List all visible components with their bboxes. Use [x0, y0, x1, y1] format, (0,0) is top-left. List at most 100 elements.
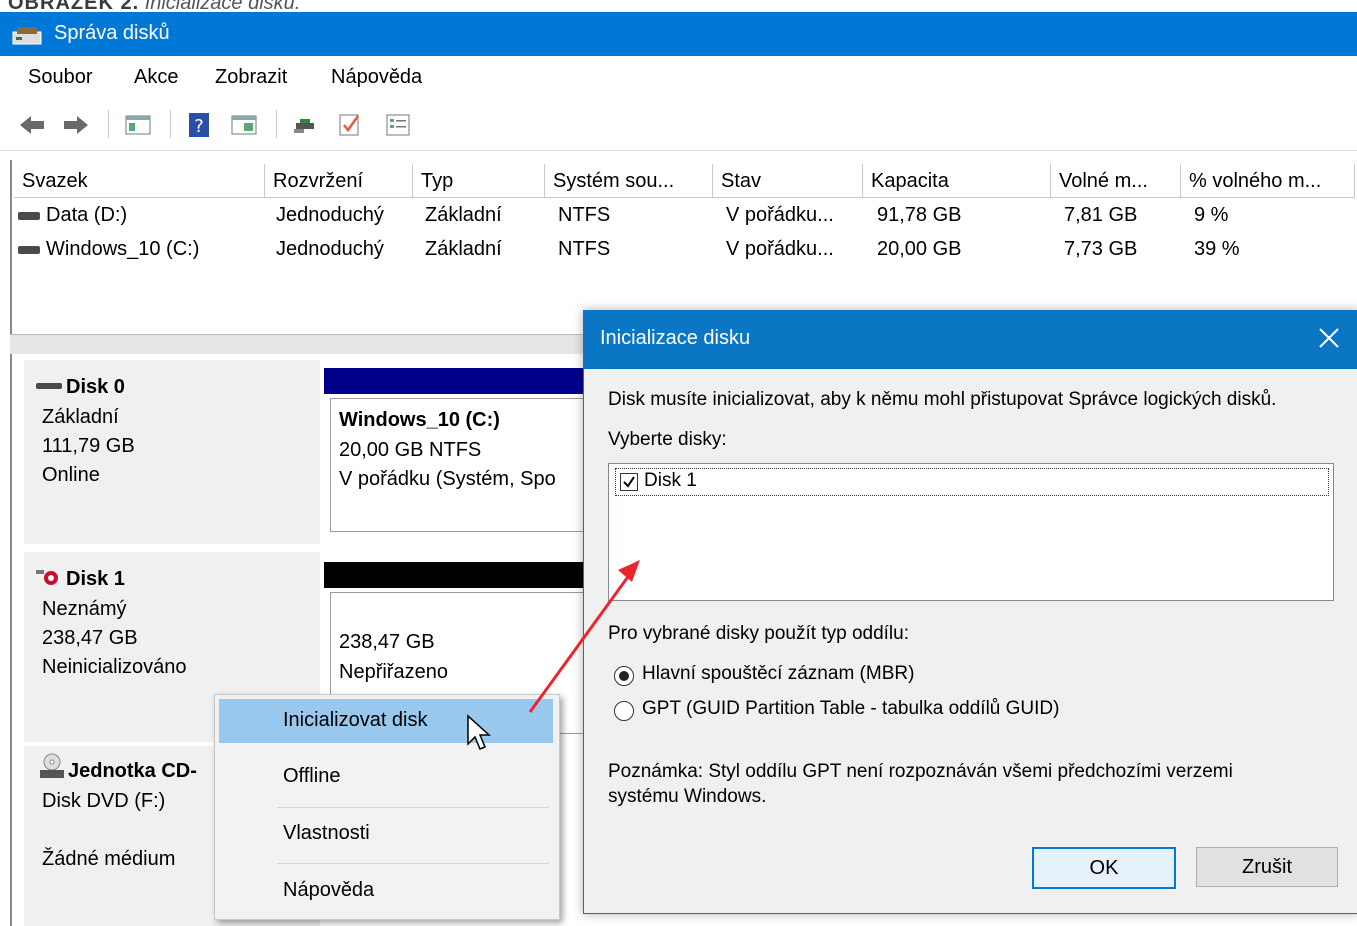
disk-list-item[interactable]: Disk 1 — [615, 468, 1329, 496]
disk-type: Neznámý — [42, 598, 127, 620]
help-icon[interactable]: ? — [186, 112, 214, 138]
window-title: Správa disků — [54, 22, 170, 44]
menu-item-properties[interactable]: Vlastnosti — [219, 812, 553, 856]
menu-item-help[interactable]: Nápověda — [219, 869, 553, 913]
gpt-label[interactable]: GPT (GUID Partition Table - tabulka oddí… — [642, 698, 1059, 720]
partition-status: V pořádku (Systém, Spo — [339, 468, 556, 490]
initialize-disk-dialog: Inicializace disku Disk musíte inicializ… — [583, 310, 1357, 914]
disk-management-icon — [12, 27, 42, 45]
disk-name: Jednotka CD- — [68, 760, 197, 782]
cancel-button[interactable]: Zrušit — [1196, 847, 1338, 887]
drive-icon — [18, 211, 40, 220]
window-titlebar: Správa disků — [0, 12, 1357, 56]
gpt-radio[interactable] — [614, 701, 634, 721]
partition-style-label: Pro vybrané disky použít typ oddílu: — [608, 623, 909, 644]
unallocated-bar — [324, 562, 586, 588]
menu-item-offline[interactable]: Offline — [219, 755, 553, 799]
menu-item-label: Vlastnosti — [283, 822, 370, 844]
table-cell: 7,73 GB — [1064, 238, 1138, 260]
menu-item-label: Inicializovat disk — [283, 709, 428, 731]
svg-text:?: ? — [194, 116, 204, 137]
primary-partition-bar — [324, 368, 586, 394]
column-header-stav[interactable]: Stav — [713, 164, 863, 198]
column-header-svazek[interactable]: Svazek — [14, 164, 265, 198]
console-tree-icon[interactable] — [124, 112, 152, 138]
menu-zobrazit[interactable]: Zobrazit — [215, 66, 287, 89]
table-cell: 39 % — [1194, 238, 1240, 260]
ok-button[interactable]: OK — [1032, 847, 1176, 889]
disk-item-label: Disk 1 — [644, 470, 697, 491]
menu-napoveda[interactable]: Nápověda — [331, 66, 422, 89]
disk-name: Disk 1 — [66, 568, 125, 590]
disk-status: Neinicializováno — [42, 656, 187, 678]
menu-akce[interactable]: Akce — [134, 66, 178, 89]
mbr-radio[interactable] — [614, 666, 634, 686]
menu-bar: Soubor Akce Zobrazit Nápověda — [0, 56, 1357, 98]
column-header-kapacita[interactable]: Kapacita — [863, 164, 1051, 198]
cd-drive-icon — [40, 753, 64, 778]
table-cell: Data (D:) — [18, 204, 127, 227]
disk-listbox[interactable]: Disk 1 — [608, 463, 1334, 601]
column-header-system[interactable]: Systém sou... — [545, 164, 713, 198]
note-line-1: Poznámka: Styl oddílu GPT není rozpoznáv… — [608, 761, 1233, 782]
column-header-rozvrzeni[interactable]: Rozvržení — [265, 164, 413, 198]
toolbar-separator — [276, 110, 277, 138]
volume-name: Data (D:) — [46, 204, 128, 226]
menu-item-initialize-disk[interactable]: Inicializovat disk — [219, 699, 553, 743]
rescan-icon[interactable] — [292, 112, 320, 138]
dialog-titlebar: Inicializace disku — [584, 311, 1357, 369]
close-icon[interactable] — [1314, 323, 1344, 353]
menu-separator — [277, 807, 549, 808]
toolbar: ? — [0, 98, 1357, 151]
table-cell: Jednoduchý — [276, 238, 384, 260]
disk-type: Disk DVD (F:) — [42, 790, 166, 812]
drive-icon — [18, 245, 40, 254]
show-pane-icon[interactable] — [230, 112, 258, 138]
column-header-procenta[interactable]: % volného m... — [1181, 164, 1355, 198]
disk-error-icon — [36, 570, 58, 585]
select-disks-label: Vyberte disky: — [608, 429, 727, 450]
mbr-label[interactable]: Hlavní spouštěcí záznam (MBR) — [642, 663, 914, 685]
table-cell: NTFS — [558, 238, 611, 260]
menu-separator — [277, 863, 549, 864]
disk-checkbox[interactable] — [620, 473, 638, 491]
menu-item-label: Offline — [283, 765, 341, 787]
disk-size: 111,79 GB — [42, 435, 135, 457]
partition-size: 238,47 GB — [339, 631, 435, 653]
context-menu: Inicializovat disk Offline Vlastnosti Ná… — [214, 694, 560, 920]
disk-type: Základní — [42, 406, 119, 428]
forward-arrow-icon[interactable] — [62, 112, 90, 138]
disk-name: Disk 0 — [66, 376, 125, 398]
table-cell: Základní — [425, 238, 502, 260]
checkmark-icon — [623, 476, 635, 488]
table-cell: Jednoduchý — [276, 204, 384, 226]
table-cell: V pořádku... — [726, 204, 834, 226]
column-header-typ[interactable]: Typ — [413, 164, 545, 198]
mouse-cursor-icon — [467, 714, 491, 750]
table-cell: 91,78 GB — [877, 204, 962, 226]
back-arrow-icon[interactable] — [18, 112, 46, 138]
toolbar-separator — [108, 110, 109, 138]
table-cell: Windows_10 (C:) — [18, 238, 199, 261]
table-cell: Základní — [425, 204, 502, 226]
column-header-volne[interactable]: Volné m... — [1051, 164, 1181, 198]
dialog-title: Inicializace disku — [600, 327, 751, 349]
table-cell: V pořádku... — [726, 238, 834, 260]
volume-name: Windows_10 (C:) — [46, 238, 200, 260]
properties-icon[interactable] — [384, 112, 412, 138]
disk-status: Žádné médium — [42, 848, 176, 870]
disk-0-label[interactable]: Disk 0 Základní 111,79 GB Online — [24, 360, 320, 544]
table-cell: NTFS — [558, 204, 611, 226]
disk-size: 238,47 GB — [42, 627, 138, 649]
menu-soubor[interactable]: Soubor — [28, 66, 93, 89]
note-line-2: systému Windows. — [608, 786, 767, 807]
table-cell: 20,00 GB — [877, 238, 962, 260]
partition-windows10[interactable]: Windows_10 (C:) 20,00 GB NTFS V pořádku … — [330, 398, 588, 532]
menu-item-label: Nápověda — [283, 879, 375, 901]
table-cell: 9 % — [1194, 204, 1229, 226]
dialog-intro: Disk musíte inicializovat, aby k němu mo… — [608, 389, 1277, 410]
check-icon[interactable] — [336, 112, 364, 138]
partition-name: Windows_10 (C:) — [339, 409, 500, 431]
partition-status: Nepřiřazeno — [339, 661, 448, 683]
drive-icon — [36, 383, 62, 389]
